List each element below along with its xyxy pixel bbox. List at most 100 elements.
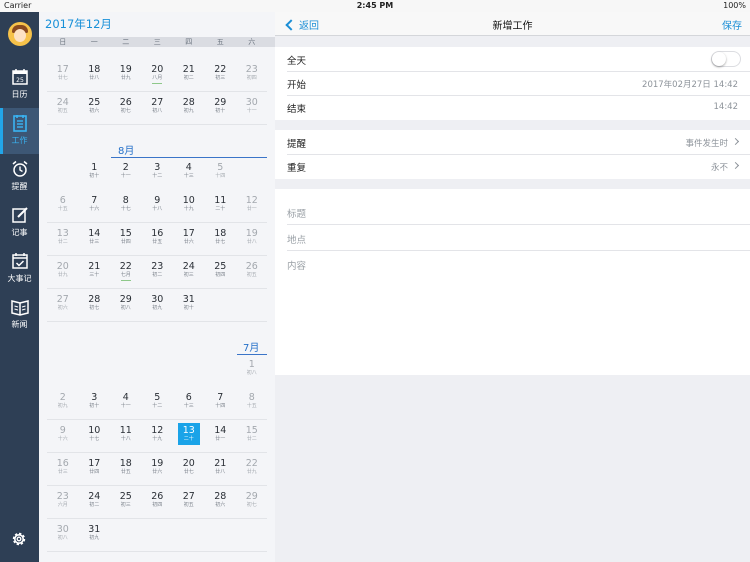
lunar-date: 廿八	[89, 75, 100, 81]
allday-label: 全天	[287, 56, 307, 67]
calendar-day[interactable]: 7 十四	[205, 392, 237, 410]
calendar-day[interactable]: 10 十九	[173, 195, 205, 213]
calendar-day[interactable]: 25 初四	[205, 261, 237, 279]
calendar-day[interactable]: 16 廿五	[142, 228, 174, 246]
save-button[interactable]: 保存	[722, 17, 742, 32]
calendar-day[interactable]: 5 十二	[142, 392, 174, 410]
calendar-day[interactable]: 19 廿九	[110, 64, 142, 82]
calendar-day[interactable]: 19 廿八	[236, 228, 268, 246]
calendar-day[interactable]: 25 初六	[79, 97, 111, 115]
calendar-day[interactable]: 1 初八	[236, 359, 268, 377]
calendar-day[interactable]: 26 初七	[110, 97, 142, 115]
calendar-day[interactable]: 9 十六	[47, 425, 79, 443]
calendar-day[interactable]: 13 廿二	[47, 228, 79, 246]
calendar-day[interactable]: 24 初三	[173, 261, 205, 279]
calendar-day[interactable]: 16 廿三	[47, 458, 79, 476]
calendar-day[interactable]: 28 初九	[173, 97, 205, 115]
calendar-day[interactable]: 21 三十	[79, 261, 111, 279]
sidebar-item-calendar[interactable]: 25 日历	[0, 62, 39, 108]
calendar-day[interactable]: 21 廿八	[205, 458, 237, 476]
gear-icon[interactable]	[10, 530, 28, 548]
calendar-day[interactable]: 20 廿九	[47, 261, 79, 279]
start-row[interactable]: 开始 2017年02月27日 14:42	[275, 71, 750, 95]
calendar-day[interactable]: 14 廿三	[79, 228, 111, 246]
calendar-day[interactable]: 17 廿七	[47, 64, 79, 82]
calendar-day-selected[interactable]: 13 二十	[177, 423, 200, 445]
calendar-day[interactable]: 23 初四	[236, 64, 268, 82]
calendar-day[interactable]: 25 初三	[110, 491, 142, 509]
calendar-day[interactable]: 3 十二	[142, 162, 174, 180]
calendar-day[interactable]: 3 初十	[79, 392, 111, 410]
calendar-day[interactable]: 31 初十	[173, 294, 205, 312]
sidebar-item-reminder[interactable]: 提醒	[0, 154, 39, 200]
repeat-row[interactable]: 重复 永不	[275, 154, 750, 178]
calendar-day[interactable]: 12 十九	[142, 425, 174, 443]
calendar-day[interactable]: 24 初五	[47, 97, 79, 115]
calendar-day[interactable]: 11 二十	[205, 195, 237, 213]
calendar-day[interactable]: 2 十一	[110, 162, 142, 180]
remind-row[interactable]: 提醒 事件发生时	[275, 130, 750, 154]
calendar-day[interactable]: 14 廿一	[205, 425, 237, 443]
calendar-day[interactable]: 6 十三	[173, 392, 205, 410]
calendar-day[interactable]: 18 廿五	[110, 458, 142, 476]
calendar-day[interactable]: 12 廿一	[236, 195, 268, 213]
calendar-day[interactable]: 22 七月	[110, 261, 142, 281]
calendar-day[interactable]: 9 十八	[142, 195, 174, 213]
calendar-day[interactable]: 17 廿六	[173, 228, 205, 246]
calendar-day[interactable]: 18 廿七	[205, 228, 237, 246]
calendar-day[interactable]: 21 初二	[173, 64, 205, 82]
calendar-day[interactable]: 19 廿六	[142, 458, 174, 476]
calendar-day[interactable]: 20 八月	[142, 64, 174, 84]
calendar-day[interactable]: 2 初九	[47, 392, 79, 410]
allday-row[interactable]: 全天	[275, 47, 750, 71]
calendar-day[interactable]: 4 十一	[110, 392, 142, 410]
content-input[interactable]: 内容	[287, 258, 306, 272]
sidebar-item-milestones[interactable]: 大事记	[0, 246, 39, 292]
calendar-day[interactable]: 30 初九	[142, 294, 174, 312]
calendar-day[interactable]: 23 初二	[142, 261, 174, 279]
avatar[interactable]	[8, 22, 32, 46]
calendar-day[interactable]: 8 十七	[110, 195, 142, 213]
calendar-day[interactable]: 30 十一	[236, 97, 268, 115]
calendar-day[interactable]: 10 十七	[79, 425, 111, 443]
calendar-day[interactable]: 20 廿七	[173, 458, 205, 476]
calendar-day[interactable]: 24 初二	[79, 491, 111, 509]
calendar-day[interactable]: 5 十四	[205, 162, 237, 180]
calendar-day[interactable]: 28 初六	[205, 491, 237, 509]
calendar-title[interactable]: 2017年12月	[45, 16, 112, 32]
calendar-day[interactable]: 28 初七	[79, 294, 111, 312]
calendar-day[interactable]: 4 十三	[173, 162, 205, 180]
calendar-day[interactable]: 11 十八	[110, 425, 142, 443]
calendar-day[interactable]: 31 初九	[79, 524, 111, 542]
calendar-day[interactable]: 6 十五	[47, 195, 79, 213]
calendar-day[interactable]: 27 初八	[142, 97, 174, 115]
sidebar-item-news[interactable]: 新闻	[0, 292, 39, 338]
calendar-day[interactable]: 22 廿九	[236, 458, 268, 476]
lunar-date: 十六	[89, 206, 100, 212]
calendar-day[interactable]: 29 初八	[110, 294, 142, 312]
calendar-day[interactable]: 29 初七	[236, 491, 268, 509]
sidebar-item-notes[interactable]: 记事	[0, 200, 39, 246]
lunar-date: 初九	[183, 108, 194, 114]
sidebar-item-work[interactable]: 工作	[0, 108, 39, 154]
calendar-day[interactable]: 26 初五	[236, 261, 268, 279]
calendar-day[interactable]: 7 十六	[79, 195, 111, 213]
calendar-day[interactable]: 27 初六	[47, 294, 79, 312]
calendar-day[interactable]: 17 廿四	[79, 458, 111, 476]
weekday-header: 日 一 二 三 四 五 六	[39, 37, 275, 47]
calendar-day[interactable]: 18 廿八	[79, 64, 111, 82]
calendar-day[interactable]: 15 廿四	[110, 228, 142, 246]
location-input[interactable]: 地点	[287, 232, 306, 246]
calendar-day[interactable]: 27 初五	[173, 491, 205, 509]
calendar-day[interactable]: 23 六月	[47, 491, 79, 509]
calendar-day[interactable]: 8 十五	[236, 392, 268, 410]
calendar-day[interactable]: 30 初八	[47, 524, 79, 542]
title-input[interactable]: 标题	[287, 206, 306, 220]
calendar-day[interactable]: 22 初三	[205, 64, 237, 82]
calendar-day[interactable]: 29 初十	[205, 97, 237, 115]
calendar-day[interactable]: 15 廿二	[236, 425, 268, 443]
allday-toggle[interactable]	[711, 51, 741, 67]
calendar-day[interactable]: 1 初十	[79, 162, 111, 180]
end-row[interactable]: 结束 14:42	[275, 95, 750, 119]
calendar-day[interactable]: 26 初四	[142, 491, 174, 509]
